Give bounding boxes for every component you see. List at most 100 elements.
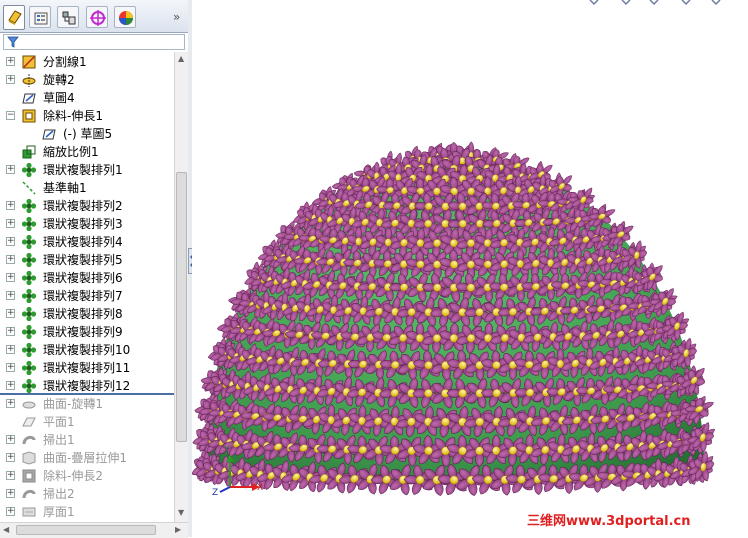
expand-node-icon[interactable]: + — [6, 345, 15, 354]
expand-node-icon[interactable]: + — [6, 363, 15, 372]
tree-item[interactable]: + 環狀複製排列9 — [0, 323, 174, 341]
tree-item-label: 縮放比例1 — [43, 145, 99, 159]
expand-node-icon[interactable]: + — [6, 57, 15, 66]
display-manager-icon — [119, 11, 133, 25]
triad-z-label: Z — [212, 488, 218, 498]
tree-item-label: 環狀複製排列3 — [43, 217, 123, 231]
tree-item-label: 厚面1 — [43, 505, 75, 519]
tree-horizontal-scrollbar[interactable]: ◀ ▶ — [0, 522, 188, 538]
expand-node-icon[interactable]: + — [6, 237, 15, 246]
expand-node-icon[interactable]: + — [6, 219, 15, 228]
expand-node-icon[interactable]: + — [6, 291, 15, 300]
tab-display-manager[interactable] — [114, 6, 136, 28]
tree-item[interactable]: + 掃出1 — [0, 431, 174, 449]
tree-horizontal-scroll-thumb[interactable] — [16, 525, 156, 535]
tree-item-label: 環狀複製排列1 — [43, 163, 123, 177]
scroll-left-arrow-icon[interactable]: ◀ — [3, 525, 9, 534]
expand-node-icon[interactable]: + — [6, 255, 15, 264]
extruded-cut-icon — [21, 468, 37, 484]
tree-item[interactable]: + 環狀複製排列3 — [0, 215, 174, 233]
triad-x-label: X — [257, 483, 263, 493]
tree-item-label: 除料-伸長1 — [43, 109, 103, 123]
expand-node-icon[interactable]: + — [6, 453, 15, 462]
flower-dome-model[interactable]: Y X Z — [192, 0, 748, 537]
rollback-bar[interactable] — [0, 393, 174, 395]
feature-tree: + 分割線1 + 旋轉2 草圖4 − 除料-伸長1 (-) 草圖5 縮放比例1 + 環狀複製排列1 基… — [0, 52, 174, 520]
tree-item-label: 曲面-疊層拉伸1 — [43, 451, 127, 465]
split-line-icon — [21, 54, 37, 70]
surface-loft-icon — [21, 450, 37, 466]
surface-revolve-icon — [21, 396, 37, 412]
tree-item[interactable]: + 環狀複製排列4 — [0, 233, 174, 251]
triad-y-label: Y — [223, 445, 230, 455]
sketch-icon — [41, 126, 57, 142]
tree-item[interactable]: + 環狀複製排列8 — [0, 305, 174, 323]
plane-icon — [21, 414, 37, 430]
tree-item[interactable]: + 分割線1 — [0, 53, 174, 71]
extruded-cut-icon — [21, 108, 37, 124]
tree-item-label: 環狀複製排列11 — [43, 361, 131, 375]
filter-icon — [7, 36, 19, 48]
thicken-icon — [21, 504, 37, 520]
tab-feature-manager[interactable] — [3, 5, 25, 30]
tree-filter-input[interactable] — [3, 34, 185, 50]
circular-pattern-icon — [21, 198, 37, 214]
tree-item[interactable]: 草圖4 — [0, 89, 174, 107]
circular-pattern-icon — [21, 360, 37, 376]
axis-icon — [21, 180, 37, 196]
expand-node-icon[interactable]: + — [6, 309, 15, 318]
tree-item[interactable]: + 環狀複製排列11 — [0, 359, 174, 377]
tree-item[interactable]: + 曲面-旋轉1 — [0, 395, 174, 413]
tree-item[interactable]: + 環狀複製排列1 — [0, 161, 174, 179]
tree-item-label: 環狀複製排列7 — [43, 289, 123, 303]
tab-dimxpert-manager[interactable] — [86, 6, 108, 28]
expand-node-icon[interactable]: + — [6, 327, 15, 336]
expand-node-icon[interactable]: + — [6, 435, 15, 444]
expand-node-icon[interactable]: + — [6, 75, 15, 84]
tree-item[interactable]: 基準軸1 — [0, 179, 174, 197]
tree-item[interactable]: 平面1 — [0, 413, 174, 431]
expand-node-icon[interactable]: + — [6, 489, 15, 498]
tree-item-label: 草圖4 — [43, 91, 75, 105]
tree-item[interactable]: + 環狀複製排列10 — [0, 341, 174, 359]
tree-item-label: 除料-伸長2 — [43, 469, 103, 483]
tree-vertical-scrollbar[interactable]: ▲ ▼ — [174, 52, 189, 522]
tree-item[interactable]: + 厚面1 — [0, 503, 174, 520]
tree-item[interactable]: + 曲面-疊層拉伸1 — [0, 449, 174, 467]
collapse-node-icon[interactable]: − — [6, 111, 15, 120]
tab-configuration-manager[interactable] — [57, 6, 79, 28]
expand-node-icon[interactable]: + — [6, 471, 15, 480]
expand-node-icon[interactable]: + — [6, 399, 15, 408]
scroll-down-arrow-icon[interactable]: ▼ — [178, 508, 184, 517]
expand-tabs-chevron-icon[interactable]: » — [173, 10, 180, 24]
tree-item[interactable]: + 掃出2 — [0, 485, 174, 503]
expand-node-icon[interactable]: + — [6, 273, 15, 282]
tree-item[interactable]: + 環狀複製排列2 — [0, 197, 174, 215]
expand-node-icon[interactable]: + — [6, 165, 15, 174]
circular-pattern-icon — [21, 342, 37, 358]
tab-property-manager[interactable] — [29, 6, 51, 28]
graphics-viewport[interactable]: Y X Z — [192, 0, 748, 537]
tree-item[interactable]: (-) 草圖5 — [0, 125, 174, 143]
tree-item[interactable]: + 除料-伸長2 — [0, 467, 174, 485]
scroll-up-arrow-icon[interactable]: ▲ — [178, 54, 184, 63]
tree-item-label: 環狀複製排列5 — [43, 253, 123, 267]
tree-item[interactable]: + 環狀複製排列6 — [0, 269, 174, 287]
circular-pattern-icon — [21, 162, 37, 178]
tree-item[interactable]: − 除料-伸長1 — [0, 107, 174, 125]
circular-pattern-icon — [21, 252, 37, 268]
tree-item[interactable]: + 環狀複製排列7 — [0, 287, 174, 305]
scroll-right-arrow-icon[interactable]: ▶ — [175, 525, 181, 534]
tree-vertical-scroll-thumb[interactable] — [176, 172, 187, 442]
circular-pattern-icon — [21, 306, 37, 322]
tree-item-label: 旋轉2 — [43, 73, 75, 87]
tree-item[interactable]: + 環狀複製排列5 — [0, 251, 174, 269]
expand-node-icon[interactable]: + — [6, 381, 15, 390]
revolve-icon — [21, 72, 37, 88]
tree-item[interactable]: 縮放比例1 — [0, 143, 174, 161]
tree-item[interactable]: + 旋轉2 — [0, 71, 174, 89]
circular-pattern-icon — [21, 378, 37, 394]
circular-pattern-icon — [21, 234, 37, 250]
expand-node-icon[interactable]: + — [6, 201, 15, 210]
expand-node-icon[interactable]: + — [6, 507, 15, 516]
